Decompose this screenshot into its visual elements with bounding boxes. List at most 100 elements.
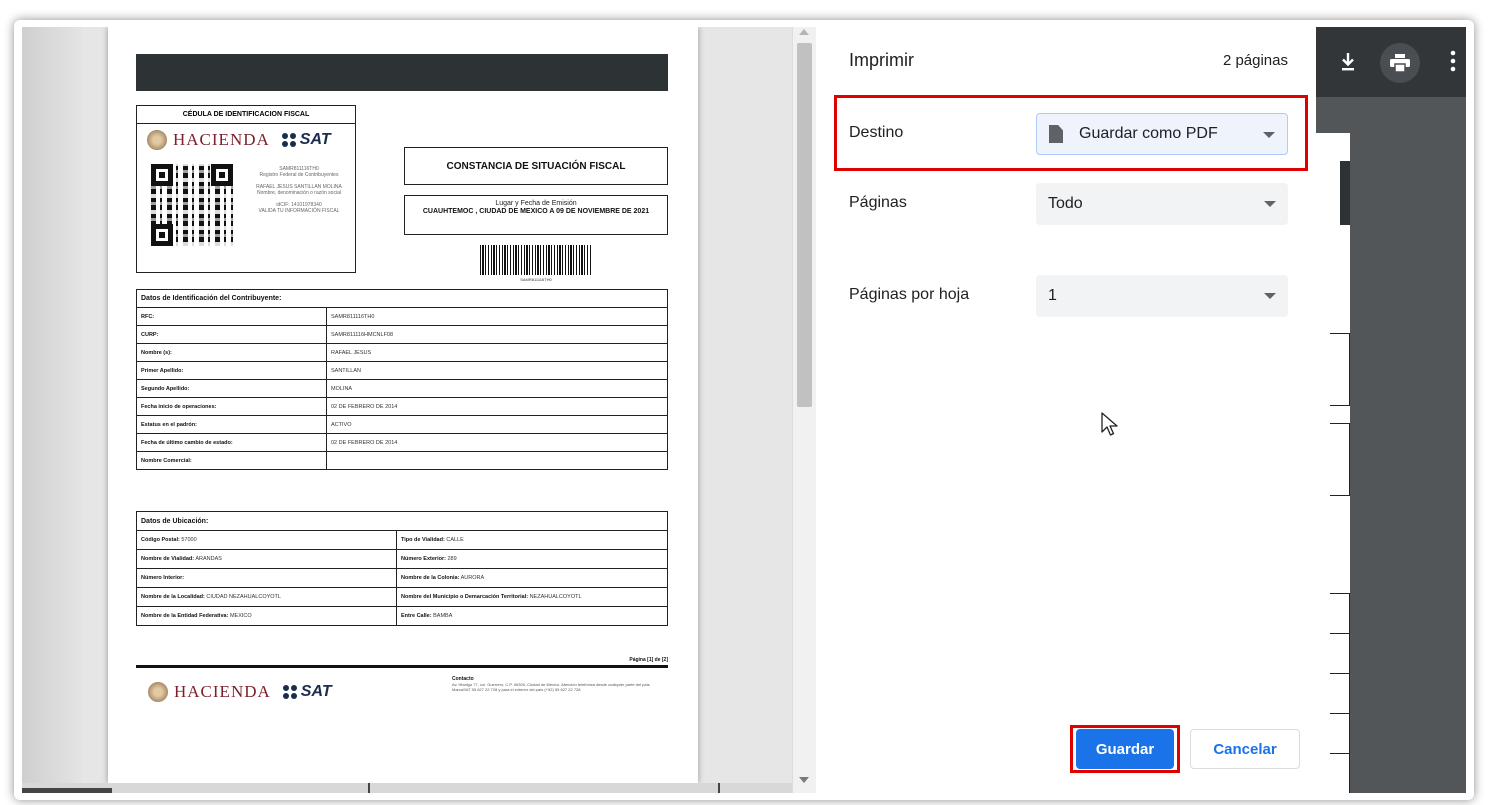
qr-code [151, 164, 233, 246]
chevron-down-icon [1263, 132, 1275, 138]
scroll-down-icon[interactable] [799, 777, 809, 783]
page-count: 2 páginas [1222, 52, 1288, 69]
print-icon [1390, 54, 1410, 72]
download-icon[interactable] [1340, 51, 1356, 73]
ident-heading-row: Datos de Identificación del Contribuyent… [136, 289, 668, 308]
hacienda-logo-text: HACIENDA [173, 130, 270, 149]
cedula-info: SAMR811116TH0 Registro Federal de Contrib… [247, 166, 351, 220]
print-settings-panel: Imprimir 2 páginas Destino Guardar como … [816, 27, 1316, 793]
ident-value: MOLINA [326, 379, 668, 398]
ubic-right-value: CALLE [446, 537, 464, 543]
ubic-left-cell: Número Interior: [136, 568, 397, 588]
preview-page: CÉDULA DE IDENTIFICACION FISCAL HACIENDA… [108, 27, 698, 783]
contact-text: Av. Hidalgo 77, col. Guerrero, C.P. 0630… [452, 682, 650, 692]
cedula-box: CÉDULA DE IDENTIFICACION FISCAL HACIENDA… [136, 105, 356, 273]
document-icon [1049, 125, 1063, 143]
scroll-thumb[interactable] [797, 43, 812, 407]
footer-rule [136, 665, 668, 668]
footer-logos: HACIENDA SAT [148, 682, 332, 702]
ubic-right-value: NEZAHUALCOYOTL [529, 594, 582, 600]
cedula-valida: VALIDA TU INFORMACIÓN FISCAL [258, 208, 340, 214]
scroll-up-icon[interactable] [799, 29, 809, 35]
page-indicator: Página [1] de [2] [629, 657, 668, 663]
ubic-right-label: Nombre del Municipio o Demarcación Terri… [401, 594, 529, 600]
qr-finder-icon [151, 224, 173, 246]
ubic-left-cell: Nombre de la Localidad: CIUDAD NEZAHUALC… [136, 587, 397, 607]
qr-finder-icon [211, 164, 233, 186]
ident-label: Nombre Comercial: [136, 451, 327, 470]
ubic-left-value: MEXICO [229, 613, 252, 619]
destination-select[interactable]: Guardar como PDF [1036, 113, 1288, 155]
mouse-pointer-icon [1101, 412, 1118, 436]
chevron-down-icon [1264, 293, 1276, 299]
ident-value: SAMR811116TH0 [326, 307, 668, 326]
viewer-page-edge [1316, 133, 1350, 793]
table-row: Nombre de la Localidad: CIUDAD NEZAHUALC… [136, 587, 668, 607]
sat-logo-text: SAT [299, 131, 331, 148]
table-row: Estatus en el padrón: ACTIVO [136, 415, 668, 434]
sat-logo-icon [281, 133, 296, 147]
table-row: Nombre de Vialidad: ARANDAS Número Exteri… [136, 549, 668, 569]
pages-label: Páginas [849, 194, 907, 211]
ubic-right-cell: Nombre de la Colonia: AURORA [396, 568, 668, 588]
constancia-title: CONSTANCIA DE SITUACIÓN FISCAL [404, 147, 668, 185]
print-button[interactable] [1380, 43, 1420, 83]
viewer-background [1316, 97, 1466, 793]
ident-value [326, 451, 668, 470]
ubic-left-cell: Nombre de la Entidad Federativa: MEXICO [136, 606, 397, 626]
ident-label: Nombre (s): [136, 343, 327, 362]
hacienda-seal-icon [147, 130, 167, 150]
ubic-heading: Datos de Ubicación: [136, 511, 668, 531]
table-row: Primer Apellido: SANTILLAN [136, 361, 668, 380]
qr-finder-icon [151, 164, 173, 186]
pages-per-sheet-label: Páginas por hoja [849, 286, 970, 303]
print-preview[interactable]: CÉDULA DE IDENTIFICACION FISCAL HACIENDA… [22, 27, 798, 793]
ident-label: Segundo Apellido: [136, 379, 327, 398]
cedula-rfc-caption: Registro Federal de Contribuyentes [259, 172, 339, 178]
ident-table: Datos de Identificación del Contribuyent… [136, 289, 668, 470]
destination-label: Destino [849, 124, 904, 141]
ubic-left-label: Número Interior: [141, 575, 185, 581]
ubic-left-label: Nombre de Vialidad: [141, 556, 195, 562]
ubic-left-label: Nombre de la Entidad Federativa: [141, 613, 229, 619]
ident-label: Estatus en el padrón: [136, 415, 327, 434]
ident-value: 02 DE FEBRERO DE 2014 [326, 433, 668, 452]
ubic-left-value: 57000 [181, 537, 197, 543]
ubic-left-cell: Nombre de Vialidad: ARANDAS [136, 549, 397, 569]
ubic-right-label: Número Exterior: [401, 556, 446, 562]
pages-value: Todo [1048, 195, 1083, 212]
ubic-right-cell: Nombre del Municipio o Demarcación Terri… [396, 587, 668, 607]
table-row: Nombre Comercial: [136, 451, 668, 470]
ubic-left-value: ARANDAS [195, 556, 222, 562]
ident-value: SANTILLAN [326, 361, 668, 380]
ubic-right-label: Tipo de Vialidad: [401, 537, 445, 543]
next-page-peek [22, 783, 798, 793]
ubic-right-label: Entre Calle: [401, 613, 432, 619]
preview-margin [22, 27, 82, 793]
preview-scrollbar[interactable] [792, 27, 816, 793]
table-row: Código Postal: 57000 Tipo de Vialidad: CA… [136, 530, 668, 550]
more-vert-icon[interactable] [1450, 49, 1456, 73]
sat-logo-icon [282, 685, 297, 699]
ubic-heading-row: Datos de Ubicación: [136, 511, 668, 531]
table-row: Nombre (s): RAFAEL JESUS [136, 343, 668, 362]
ident-label: RFC: [136, 307, 327, 326]
cedula-title: CÉDULA DE IDENTIFICACION FISCAL [137, 106, 355, 124]
ubic-right-cell: Número Exterior: 289 [396, 549, 668, 569]
ident-heading: Datos de Identificación del Contribuyent… [136, 289, 668, 308]
sat-logo-text: SAT [300, 683, 332, 700]
ident-label: Primer Apellido: [136, 361, 327, 380]
save-button[interactable]: Guardar [1076, 729, 1174, 769]
barcode-label: SAMR811116TH0 [520, 277, 552, 282]
panel-title: Imprimir [849, 50, 914, 70]
pages-select[interactable]: Todo [1036, 183, 1288, 225]
ident-label: Fecha de último cambio de estado: [136, 433, 327, 452]
table-row: Fecha de último cambio de estado: 02 DE F… [136, 433, 668, 452]
ubic-left-label: Código Postal: [141, 537, 180, 543]
barcode [480, 245, 592, 275]
cedula-name-caption: Nombre, denominación o razón social [257, 190, 341, 196]
ident-label: Fecha inicio de operaciones: [136, 397, 327, 416]
pages-per-sheet-select[interactable]: 1 [1036, 275, 1288, 317]
print-dialog-window: CÉDULA DE IDENTIFICACION FISCAL HACIENDA… [22, 27, 1466, 793]
cancel-button[interactable]: Cancelar [1190, 729, 1300, 769]
